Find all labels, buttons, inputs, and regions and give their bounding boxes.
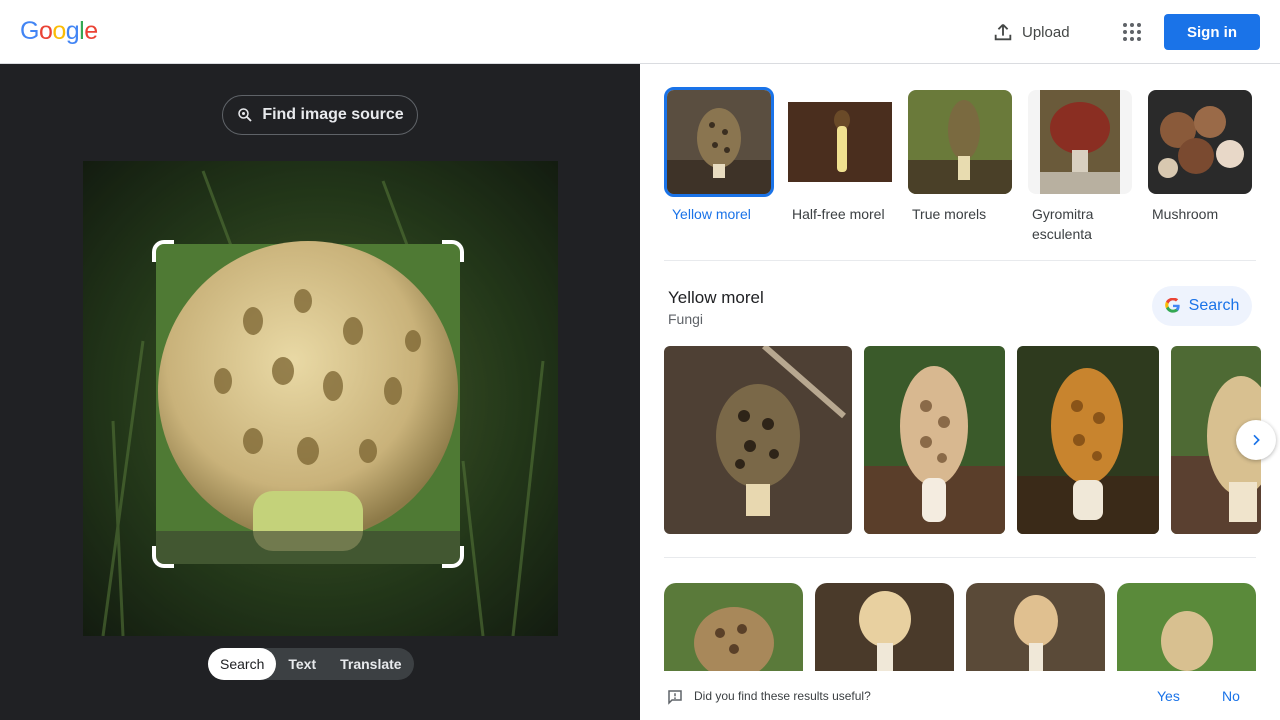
visual-match-image[interactable] (815, 583, 954, 671)
mode-search[interactable]: Search (208, 648, 277, 680)
chip-label: Half-free morel (792, 206, 885, 222)
chevron-right-icon (1253, 434, 1260, 446)
upload-label: Upload (1022, 23, 1070, 41)
feedback-bar: Did you find these results useful? Yes N… (640, 672, 1280, 720)
lens-mode-toggle: Search Text Translate (208, 648, 414, 680)
divider (664, 260, 1256, 261)
upload-button[interactable]: Upload (992, 20, 1070, 44)
entity-image-gallery (664, 346, 1261, 534)
mode-text[interactable]: Text (276, 648, 328, 680)
mode-translate[interactable]: Translate (328, 648, 413, 680)
chip-label: Gyromitra esculenta (1032, 206, 1094, 242)
crop-handle-top-left[interactable] (152, 240, 174, 262)
chip-thumbnail (664, 87, 774, 197)
chip-label: True morels (912, 206, 987, 222)
visual-match-image[interactable] (966, 583, 1105, 671)
entity-title: Yellow morel (668, 288, 764, 307)
crop-handle-top-right[interactable] (442, 240, 464, 262)
entity-search-button[interactable]: Search (1152, 286, 1252, 326)
chip-mushroom[interactable]: Mushroom (1148, 90, 1256, 224)
feedback-question: Did you find these results useful? (694, 689, 871, 703)
chip-yellow-morel[interactable]: Yellow morel (664, 87, 774, 224)
find-image-source-button[interactable]: Find image source (222, 95, 418, 135)
chip-label: Yellow morel (672, 206, 751, 222)
logo-letter: g (65, 17, 80, 45)
results-panel: Yellow morel Half-free morel True morels… (640, 64, 1280, 720)
sign-in-button[interactable]: Sign in (1164, 14, 1260, 50)
gallery-image[interactable] (864, 346, 1005, 534)
chip-thumbnail (908, 90, 1012, 194)
google-logo[interactable]: Google (20, 17, 98, 46)
chip-half-free-morel[interactable]: Half-free morel (788, 90, 896, 224)
gallery-next-button[interactable] (1236, 420, 1276, 460)
find-source-label: Find image source (262, 106, 404, 123)
visual-matches-grid (664, 583, 1256, 671)
uploaded-image[interactable] (83, 161, 558, 636)
gallery-image[interactable] (1017, 346, 1159, 534)
visual-match-image[interactable] (1117, 583, 1256, 671)
feedback-no-button[interactable]: No (1222, 688, 1240, 704)
crop-handle-bottom-left[interactable] (152, 546, 174, 568)
visual-match-image[interactable] (664, 583, 803, 671)
gallery-image[interactable] (664, 346, 852, 534)
feedback-icon (668, 690, 682, 705)
apps-grid-icon[interactable] (1120, 20, 1144, 44)
chip-thumbnail (788, 90, 892, 194)
crop-selection[interactable] (152, 240, 464, 568)
lens-panel: Find image source Search Text Translate (0, 64, 640, 720)
logo-letter: e (84, 17, 98, 45)
divider (664, 557, 1256, 558)
feedback-yes-button[interactable]: Yes (1157, 688, 1180, 704)
chip-thumbnail (1028, 90, 1132, 194)
logo-letter: o (38, 17, 53, 45)
entity-search-label: Search (1188, 297, 1240, 314)
chip-gyromitra-esculenta[interactable]: Gyromitra esculenta (1028, 90, 1136, 244)
entity-subtitle: Fungi (668, 311, 704, 327)
chip-true-morels[interactable]: True morels (908, 90, 1016, 224)
top-bar: Google Upload Sign in (0, 0, 1280, 64)
logo-letter: o (52, 17, 66, 45)
logo-letter: G (20, 17, 39, 45)
chip-label: Mushroom (1152, 206, 1219, 222)
entity-chips: Yellow morel Half-free morel True morels… (664, 87, 1264, 250)
google-g-icon (1164, 298, 1180, 313)
upload-icon (994, 24, 1012, 41)
chip-thumbnail (1148, 90, 1252, 194)
lens-search-icon (238, 108, 252, 122)
